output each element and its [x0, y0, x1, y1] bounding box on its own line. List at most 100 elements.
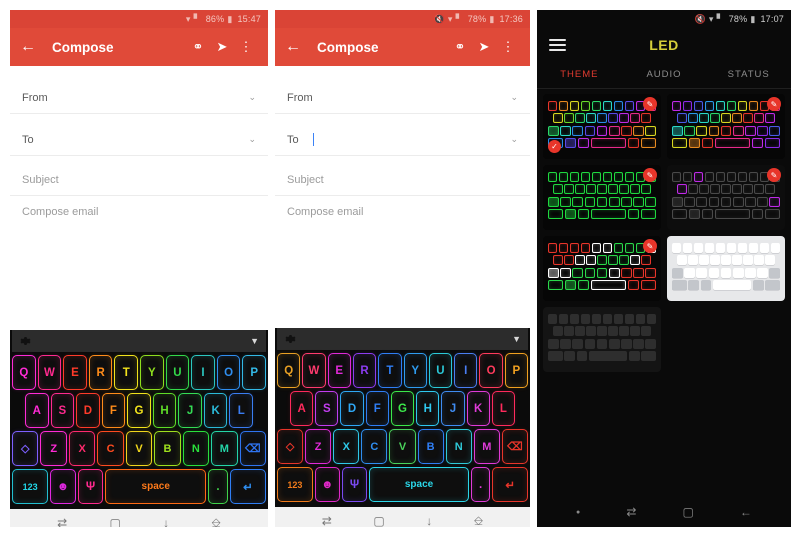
edit-theme-button[interactable]: ✎: [643, 168, 657, 182]
to-field[interactable]: To ⌄: [275, 124, 530, 156]
key-f[interactable]: F: [101, 393, 126, 428]
mic-key[interactable]: Ψ: [341, 467, 368, 502]
key-g[interactable]: G: [390, 391, 415, 426]
chevron-down-icon[interactable]: ⌄: [248, 134, 256, 145]
switch-icon[interactable]: ⇄: [57, 516, 67, 527]
key-z[interactable]: Z: [40, 431, 67, 466]
key-s[interactable]: S: [50, 393, 75, 428]
edit-theme-button[interactable]: ✎: [767, 97, 781, 111]
key-w[interactable]: W: [302, 353, 326, 388]
key-d[interactable]: D: [76, 393, 100, 428]
key-k[interactable]: K: [203, 393, 228, 428]
key-y[interactable]: Y: [403, 353, 427, 388]
key-h[interactable]: H: [152, 393, 177, 428]
key-w[interactable]: W: [37, 355, 62, 390]
switch-icon[interactable]: ⇄: [322, 514, 332, 527]
key-e[interactable]: E: [327, 353, 351, 388]
key-s[interactable]: S: [315, 391, 339, 426]
body-input[interactable]: Compose email: [10, 196, 268, 228]
period-key[interactable]: .: [208, 469, 228, 504]
key-a[interactable]: A: [290, 391, 314, 426]
key-o[interactable]: O: [479, 353, 503, 388]
key-n[interactable]: N: [182, 431, 210, 466]
mic-key[interactable]: Ψ: [77, 469, 104, 504]
chevron-down-icon[interactable]: ⌄: [510, 134, 518, 145]
emoji-key[interactable]: ☻: [50, 469, 76, 504]
key-p[interactable]: P: [504, 353, 528, 388]
key-q[interactable]: Q: [12, 355, 36, 390]
send-icon[interactable]: ➤: [210, 39, 234, 55]
numeric-key[interactable]: 123: [12, 469, 49, 504]
body-input[interactable]: Compose email: [275, 196, 530, 228]
key-x[interactable]: X: [68, 431, 96, 466]
theme-card-gray-dark[interactable]: [543, 307, 661, 372]
key-◇[interactable]: ◇: [277, 429, 304, 464]
key-m[interactable]: M: [473, 429, 500, 464]
back-button[interactable]: ←: [285, 39, 307, 55]
key-j[interactable]: J: [441, 391, 465, 426]
theme-card-matrix-green[interactable]: ✎: [543, 165, 661, 230]
key-u[interactable]: U: [165, 355, 190, 390]
emoji-key[interactable]: ☻: [314, 467, 340, 502]
keyboard-collapse-icon[interactable]: ▼: [250, 336, 259, 346]
key-y[interactable]: Y: [140, 355, 164, 390]
edit-theme-button[interactable]: ✎: [643, 239, 657, 253]
chevron-down-icon[interactable]: ⌄: [248, 92, 256, 103]
edit-theme-button[interactable]: ✎: [767, 168, 781, 182]
key-r[interactable]: R: [88, 355, 113, 390]
key-m[interactable]: M: [211, 431, 238, 466]
down-icon[interactable]: ↓: [163, 516, 169, 527]
key-x[interactable]: X: [333, 429, 360, 464]
switch-icon[interactable]: ⇄: [626, 505, 636, 519]
recents-icon[interactable]: ▢: [109, 516, 120, 527]
edit-theme-button[interactable]: ✎: [643, 97, 657, 111]
key-v[interactable]: V: [125, 431, 153, 466]
from-field[interactable]: From ⌄: [275, 82, 530, 114]
key-q[interactable]: Q: [277, 353, 301, 388]
key-k[interactable]: K: [466, 391, 490, 426]
key-i[interactable]: I: [191, 355, 215, 390]
key-⌫[interactable]: ⌫: [239, 431, 266, 466]
from-field[interactable]: From ⌄: [10, 82, 268, 114]
key-i[interactable]: I: [454, 353, 478, 388]
key-o[interactable]: O: [216, 355, 241, 390]
key-v[interactable]: V: [389, 429, 416, 464]
key-c[interactable]: C: [97, 431, 124, 466]
to-field[interactable]: To ⌄: [10, 124, 268, 156]
theme-card-minimal-dark[interactable]: ✎: [667, 165, 785, 230]
key-⌫[interactable]: ⌫: [501, 429, 528, 464]
key-h[interactable]: H: [416, 391, 440, 426]
key-t[interactable]: T: [378, 353, 402, 388]
tab-status[interactable]: STATUS: [706, 62, 791, 88]
tab-audio[interactable]: AUDIO: [622, 62, 707, 88]
key-f[interactable]: F: [365, 391, 389, 426]
chevron-down-icon[interactable]: ⌄: [510, 92, 518, 103]
key-l[interactable]: L: [491, 391, 515, 426]
keyboard-icon[interactable]: ⎒: [211, 516, 220, 528]
key-z[interactable]: Z: [305, 429, 332, 464]
overflow-menu-button[interactable]: ⋮: [496, 39, 520, 55]
key-◇[interactable]: ◇: [12, 431, 39, 466]
key-b[interactable]: B: [417, 429, 444, 464]
key-u[interactable]: U: [428, 353, 453, 388]
key-r[interactable]: R: [352, 353, 377, 388]
recents-icon[interactable]: ▢: [682, 505, 693, 519]
theme-card-red-white-green[interactable]: ✎: [543, 236, 661, 301]
key-t[interactable]: T: [114, 355, 138, 390]
key-a[interactable]: A: [24, 393, 49, 428]
enter-key[interactable]: ↵: [492, 467, 528, 502]
key-c[interactable]: C: [361, 429, 388, 464]
theme-card-rainbow-violet[interactable]: ✎: [667, 94, 785, 159]
key-b[interactable]: B: [154, 431, 181, 466]
key-n[interactable]: N: [445, 429, 472, 464]
overflow-menu-button[interactable]: ⋮: [234, 39, 258, 55]
keyboard-collapse-icon[interactable]: ▼: [512, 334, 521, 344]
subject-input[interactable]: Subject: [275, 164, 530, 196]
subject-input[interactable]: Subject: [10, 164, 268, 196]
period-key[interactable]: .: [470, 467, 491, 502]
back-icon[interactable]: ←: [740, 505, 752, 519]
tab-theme[interactable]: THEME: [537, 62, 622, 88]
gear-icon[interactable]: [284, 333, 296, 345]
keyboard-icon[interactable]: ⎒: [474, 514, 483, 528]
theme-card-rainbow-neon[interactable]: ✎ ✓: [543, 94, 661, 159]
